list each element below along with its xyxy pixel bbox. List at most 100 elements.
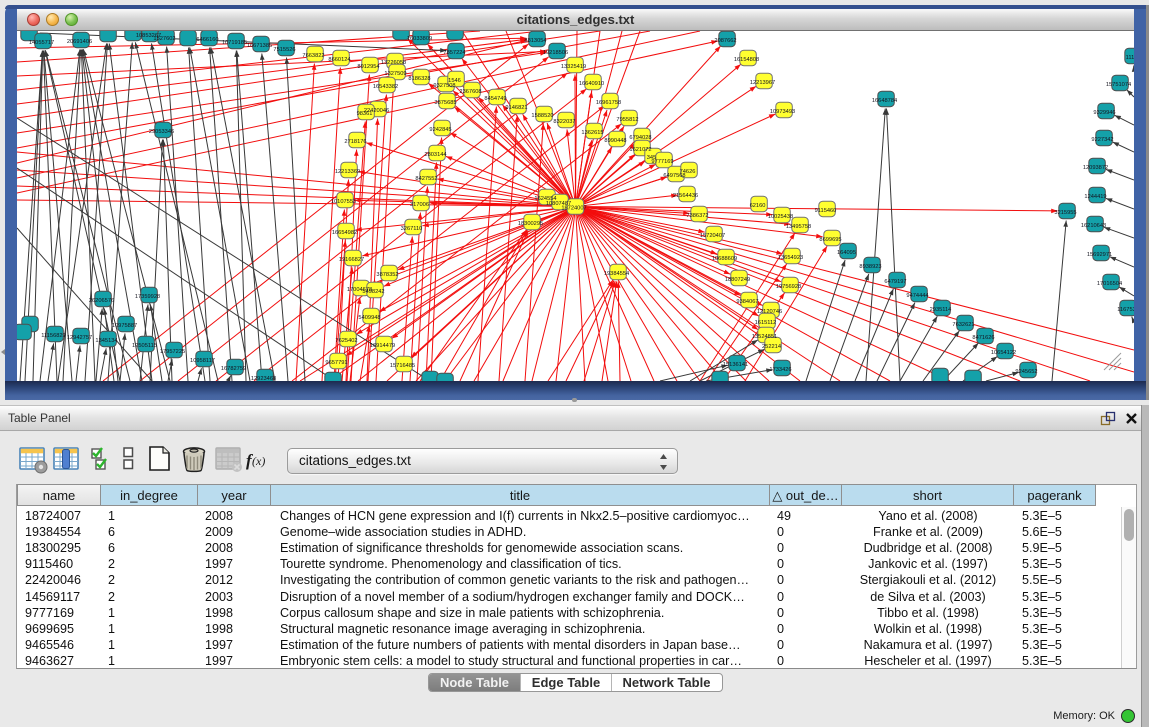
svg-text:2367608: 2367608 [459, 89, 481, 95]
svg-text:7515526: 7515526 [273, 47, 295, 53]
svg-text:15136141: 15136141 [723, 362, 748, 368]
svg-text:9245652: 9245652 [1015, 369, 1037, 375]
svg-text:12213369: 12213369 [335, 169, 360, 175]
svg-text:16648784: 16648784 [872, 98, 897, 104]
svg-text:7663822: 7663822 [302, 53, 324, 59]
svg-text:9657791: 9657791 [325, 360, 347, 366]
svg-text:1733426: 1733426 [769, 367, 791, 373]
svg-text:6466160: 6466160 [196, 37, 218, 43]
svg-text:7955812: 7955812 [616, 117, 638, 123]
svg-text:17359928: 17359928 [135, 294, 160, 300]
svg-text:10973493: 10973493 [770, 109, 795, 115]
svg-text:252214: 252214 [762, 344, 781, 350]
svg-text:16961758: 16961758 [596, 100, 621, 106]
svg-text:12093872: 12093872 [1083, 165, 1108, 171]
svg-text:7632621: 7632621 [952, 322, 974, 328]
svg-text:26206576: 26206576 [89, 298, 114, 304]
svg-text:19384554: 19384554 [604, 271, 629, 277]
svg-text:29053346: 29053346 [149, 129, 174, 135]
svg-text:164095: 164095 [837, 250, 856, 256]
svg-text:3878352: 3878352 [376, 272, 398, 278]
svg-text:9227342: 9227342 [1091, 137, 1113, 143]
svg-text:8990448: 8990448 [604, 138, 626, 144]
svg-text:13495758: 13495758 [786, 224, 811, 230]
svg-text:20691406: 20691406 [67, 39, 92, 45]
svg-text:74626: 74626 [680, 169, 696, 175]
svg-text:8699695: 8699695 [819, 237, 841, 243]
svg-text:9329946: 9329946 [1093, 110, 1115, 116]
svg-text:10719185: 10719185 [222, 40, 247, 46]
svg-text:16671385: 16671385 [247, 43, 272, 49]
svg-text:13226058: 13226058 [381, 60, 406, 66]
svg-text:9384067: 9384067 [736, 299, 758, 305]
svg-text:14055717: 14055717 [29, 40, 54, 46]
svg-text:2803144: 2803144 [424, 152, 446, 158]
svg-text:8454749: 8454749 [484, 96, 506, 102]
svg-text:16654982: 16654982 [332, 230, 357, 236]
svg-text:18724007: 18724007 [561, 206, 586, 212]
svg-text:16210643: 16210643 [1081, 223, 1106, 229]
svg-text:1588520: 1588520 [531, 113, 553, 119]
svg-text:15720407: 15720407 [700, 233, 725, 239]
svg-text:1345134: 1345134 [95, 338, 117, 344]
svg-text:8938923: 8938923 [859, 264, 881, 270]
svg-text:16033809: 16033809 [407, 36, 432, 42]
svg-text:11156829: 11156829 [41, 333, 65, 339]
svg-text:1327509: 1327509 [384, 71, 406, 77]
svg-text:10975887: 10975887 [112, 323, 137, 329]
svg-text:9115460: 9115460 [815, 208, 837, 214]
svg-text:6479197: 6479197 [884, 279, 906, 285]
svg-text:18807249: 18807249 [725, 277, 750, 283]
svg-text:2935114: 2935114 [930, 307, 952, 313]
svg-text:13654923: 13654923 [778, 255, 803, 261]
svg-text:8322037: 8322037 [553, 119, 575, 125]
svg-text:13524851: 13524851 [752, 334, 777, 340]
svg-text:8427552: 8427552 [415, 176, 437, 182]
svg-text:12505115: 12505115 [132, 343, 157, 349]
svg-text:15751074: 15751074 [1106, 82, 1131, 88]
svg-text:16914479: 16914479 [370, 343, 395, 349]
svg-text:21564436: 21564436 [673, 193, 698, 199]
svg-text:10107553: 10107553 [331, 199, 356, 205]
svg-text:16154808: 16154808 [734, 57, 759, 63]
svg-text:2718176: 2718176 [344, 139, 366, 145]
svg-text:15716485: 15716485 [390, 363, 415, 369]
svg-text:9474444: 9474444 [906, 293, 928, 299]
svg-text:10654122: 10654122 [991, 350, 1016, 356]
svg-text:10025438: 10025438 [768, 214, 793, 220]
svg-text:7857224: 7857224 [443, 50, 465, 56]
svg-text:116753: 116753 [1117, 307, 1134, 313]
svg-text:12942757: 12942757 [67, 335, 92, 341]
svg-text:12923468: 12923468 [251, 376, 276, 381]
svg-text:18300295: 18300295 [518, 221, 543, 227]
svg-text:17016504: 17016504 [1097, 281, 1122, 287]
svg-text:8186328: 8186328 [408, 76, 430, 82]
svg-text:8813054: 8813054 [524, 38, 546, 44]
svg-text:62160: 62160 [750, 203, 766, 209]
svg-text:5409948: 5409948 [358, 315, 380, 321]
svg-text:3267110: 3267110 [401, 226, 423, 232]
svg-text:10958117: 10958117 [190, 358, 215, 364]
svg-text:5498242: 5498242 [362, 289, 384, 295]
svg-text:12120746: 12120746 [757, 309, 782, 315]
svg-text:19756928: 19756928 [776, 284, 801, 290]
svg-text:1244419: 1244419 [1084, 194, 1106, 200]
svg-text:(x): (x) [252, 454, 265, 468]
svg-text:10688609: 10688609 [712, 256, 737, 262]
svg-text:8912954: 8912954 [357, 64, 379, 70]
svg-text:7386372: 7386372 [686, 213, 708, 219]
svg-text:9242845: 9242845 [429, 127, 451, 133]
svg-text:3215955: 3215955 [1054, 210, 1076, 216]
svg-text:19166827: 19166827 [339, 257, 364, 263]
svg-text:8471626: 8471626 [972, 335, 994, 341]
svg-text:2087662: 2087662 [714, 38, 736, 44]
svg-text:13325419: 13325419 [561, 64, 586, 70]
svg-text:1362615: 1362615 [581, 130, 603, 136]
svg-text:16543382: 16543382 [373, 84, 398, 90]
svg-text:9146821: 9146821 [505, 105, 527, 111]
svg-text:12213967: 12213967 [750, 80, 775, 86]
svg-text:98361: 98361 [357, 111, 373, 117]
svg-text:16640910: 16640910 [579, 81, 604, 87]
svg-text:1621072: 1621072 [629, 147, 651, 153]
svg-text:7625402: 7625402 [335, 338, 357, 344]
